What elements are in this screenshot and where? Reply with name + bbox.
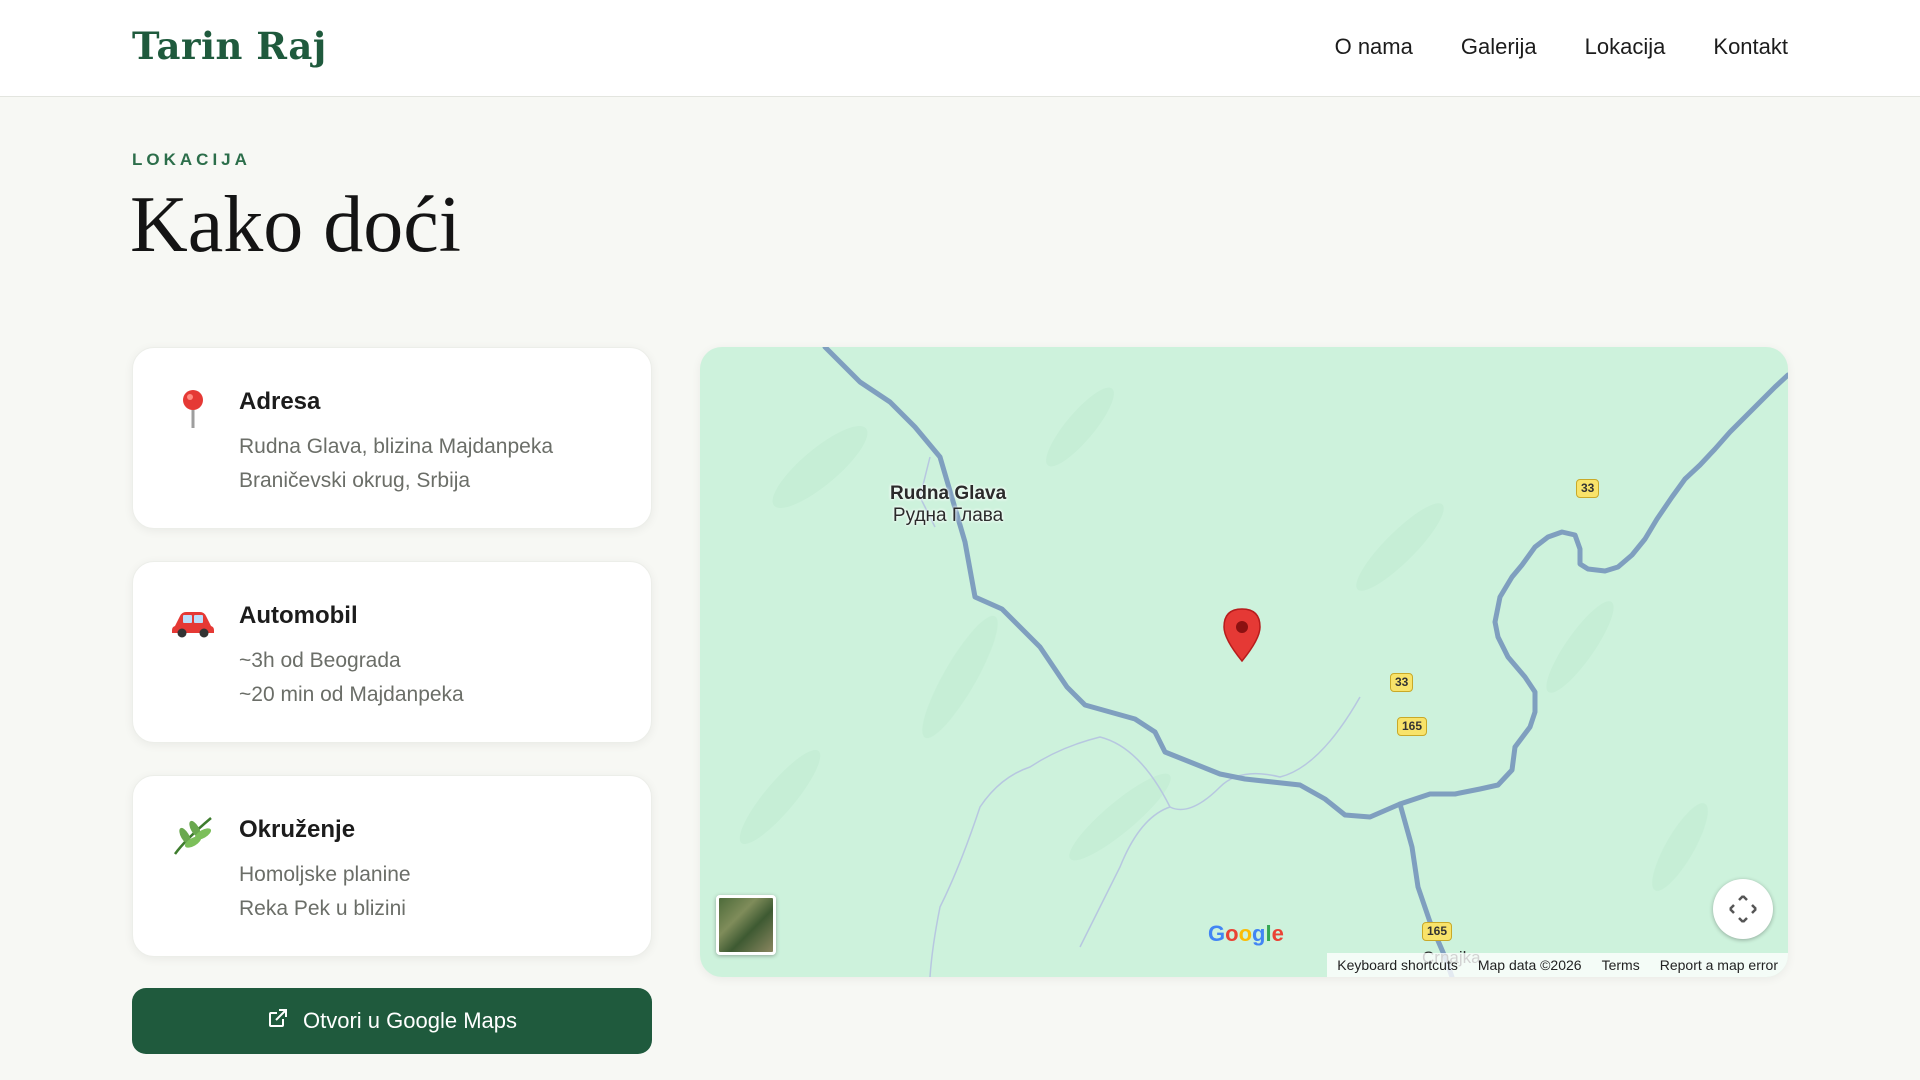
card-okruzenje: Okruženje Homoljske planine Reka Pek u b… [132,775,652,957]
external-link-icon [267,1007,289,1035]
card-title: Adresa [239,388,321,415]
report-map-error-link[interactable]: Report a map error [1660,957,1778,973]
card-line: Rudna Glava, blizina Majdanpeka [239,435,554,458]
nav-o-nama[interactable]: O nama [1335,34,1413,60]
brand-logo[interactable]: Tarin Raj [132,24,327,68]
map-pin-icon [171,386,215,430]
car-icon [171,608,215,652]
main-nav: O nama Galerija Lokacija Kontakt [1335,34,1788,60]
nav-lokacija[interactable]: Lokacija [1585,34,1666,60]
card-automobil: Automobil ~3h od Beograda ~20 min od Maj… [132,561,652,743]
map-data-text: Map data ©2026 [1477,957,1582,973]
card-line: ~3h od Beograda [239,649,401,672]
map-attribution-bar: Keyboard shortcuts Map data ©2026 Terms … [1327,953,1788,977]
card-line: Homoljske planine [239,863,411,886]
card-title: Okruženje [239,816,356,843]
fullscreen-button[interactable] [1713,879,1773,939]
terms-link[interactable]: Terms [1602,957,1640,973]
leaf-icon [171,814,215,858]
map-place-label: Rudna Glava Рудна Глава [890,483,1007,526]
card-adresa: Adresa Rudna Glava, blizina Majdanpeka B… [132,347,652,529]
road-shield: 33 [1576,479,1600,498]
map-marker-icon[interactable] [1222,607,1262,668]
page-title: Kako doći [130,181,462,269]
card-title: Automobil [239,602,358,629]
map-embed[interactable]: Rudna Glava Рудна Глава 33 33 165 165 Cr… [700,347,1788,977]
google-logo: Google [1208,921,1284,946]
fullscreen-icon [1729,895,1757,923]
keyboard-shortcuts-link[interactable]: Keyboard shortcuts [1337,957,1458,973]
section-eyebrow: LOKACIJA [132,150,251,169]
nav-kontakt[interactable]: Kontakt [1713,34,1788,60]
button-label: Otvori u Google Maps [303,1008,517,1033]
satellite-toggle-thumbnail[interactable] [716,895,776,955]
card-line: Braničevski okrug, Srbija [239,469,471,492]
card-line: Reka Pek u blizini [239,897,406,920]
nav-galerija[interactable]: Galerija [1461,34,1537,60]
road-shield: 165 [1397,717,1428,736]
road-shield: 33 [1390,673,1414,692]
open-google-maps-button[interactable]: Otvori u Google Maps [132,988,652,1054]
site-header: Tarin Raj O nama Galerija Lokacija Konta… [0,0,1920,97]
road-shield: 165 [1422,922,1453,941]
card-line: ~20 min od Majdanpeka [239,683,464,706]
